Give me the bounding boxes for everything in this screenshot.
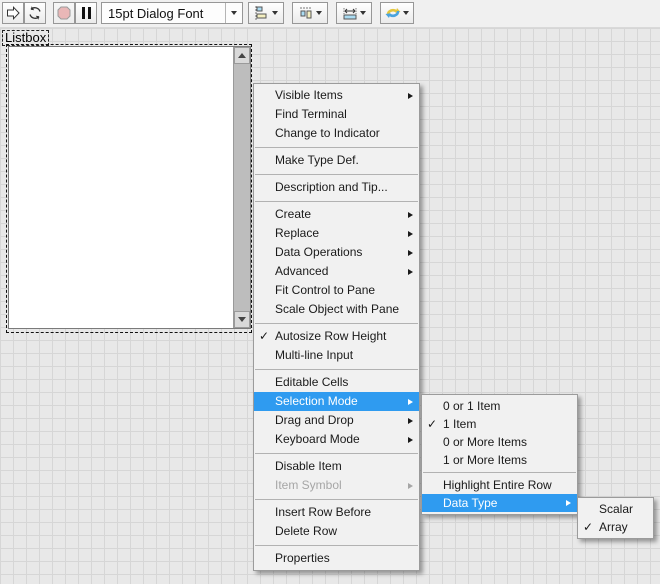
submenu-arrow-icon [408, 482, 413, 489]
submenu-arrow-icon [408, 92, 413, 99]
submenu-arrow-icon [408, 436, 413, 443]
menu-item-visible-items[interactable]: Visible Items [254, 86, 419, 105]
menu-item-change-to-indicator[interactable]: Change to Indicator [254, 124, 419, 143]
run-arrow-icon [7, 5, 20, 21]
vertical-scrollbar[interactable] [233, 47, 250, 328]
menu-separator [255, 545, 418, 546]
scrollbar-up-button[interactable] [234, 47, 250, 64]
selection-mode-submenu: 0 or 1 Item ✓ 1 Item 0 or More Items 1 or… [421, 394, 578, 515]
abort-execution-button[interactable] [53, 2, 75, 24]
menu-item-0-or-1-item[interactable]: 0 or 1 Item [422, 397, 577, 415]
menu-item-disable-item[interactable]: Disable Item [254, 457, 419, 476]
chevron-down-icon [360, 11, 366, 15]
menu-item-array[interactable]: ✓ Array [578, 518, 653, 536]
menu-item-selection-mode[interactable]: Selection Mode [254, 392, 419, 411]
menu-separator [255, 174, 418, 175]
submenu-arrow-icon [408, 398, 413, 405]
font-selector[interactable]: 15pt Dialog Font [101, 2, 243, 24]
run-continuously-icon [29, 6, 41, 20]
menu-item-editable-cells[interactable]: Editable Cells [254, 373, 419, 392]
align-objects-dropdown[interactable] [248, 2, 284, 24]
arrow-down-icon [238, 317, 246, 322]
chevron-down-icon [226, 11, 242, 15]
data-type-submenu: Scalar ✓ Array [577, 497, 654, 539]
menu-separator [255, 323, 418, 324]
menu-separator [255, 499, 418, 500]
menu-separator [255, 201, 418, 202]
distribute-objects-icon [300, 7, 312, 19]
menu-item-1-or-more-items[interactable]: 1 or More Items [422, 451, 577, 469]
menu-item-make-type-def[interactable]: Make Type Def. [254, 151, 419, 170]
menu-item-find-terminal[interactable]: Find Terminal [254, 105, 419, 124]
menu-item-1-item[interactable]: ✓ 1 Item [422, 415, 577, 433]
submenu-arrow-icon [408, 268, 413, 275]
front-panel: Listbox Visible Items Find Terminal Chan… [0, 28, 660, 584]
menu-item-advanced[interactable]: Advanced [254, 262, 419, 281]
submenu-arrow-icon [408, 211, 413, 218]
menu-item-0-or-more-items[interactable]: 0 or More Items [422, 433, 577, 451]
align-objects-icon [255, 6, 267, 20]
pause-icon [81, 7, 91, 19]
submenu-arrow-icon [408, 417, 413, 424]
menu-item-item-symbol: Item Symbol [254, 476, 419, 495]
submenu-arrow-icon [408, 230, 413, 237]
resize-objects-icon [343, 8, 357, 20]
chevron-down-icon [316, 11, 322, 15]
menu-item-data-operations[interactable]: Data Operations [254, 243, 419, 262]
menu-item-drag-and-drop[interactable]: Drag and Drop [254, 411, 419, 430]
arrow-up-icon [238, 53, 246, 58]
submenu-arrow-icon [408, 249, 413, 256]
menu-item-properties[interactable]: Properties [254, 549, 419, 568]
menu-item-delete-row[interactable]: Delete Row [254, 522, 419, 541]
menu-item-description-and-tip[interactable]: Description and Tip... [254, 178, 419, 197]
menu-item-autosize-row-height[interactable]: ✓ Autosize Row Height [254, 327, 419, 346]
menu-separator [255, 369, 418, 370]
resize-objects-dropdown[interactable] [336, 2, 372, 24]
menu-separator [255, 453, 418, 454]
chevron-down-icon [403, 11, 409, 15]
menu-item-fit-control-to-pane[interactable]: Fit Control to Pane [254, 281, 419, 300]
toolbar: 15pt Dialog Font [0, 0, 660, 28]
pause-button[interactable] [75, 2, 97, 24]
submenu-arrow-icon [566, 500, 571, 506]
check-icon: ✓ [427, 417, 438, 431]
menu-item-multi-line-input[interactable]: Multi-line Input [254, 346, 419, 365]
check-icon: ✓ [583, 520, 594, 534]
menu-separator [255, 147, 418, 148]
menu-item-create[interactable]: Create [254, 205, 419, 224]
menu-item-data-type[interactable]: Data Type [422, 494, 577, 512]
font-selector-value: 15pt Dialog Font [108, 5, 204, 21]
distribute-objects-dropdown[interactable] [292, 2, 328, 24]
run-button[interactable] [2, 2, 24, 24]
menu-item-replace[interactable]: Replace [254, 224, 419, 243]
menu-item-insert-row-before[interactable]: Insert Row Before [254, 503, 419, 522]
stop-octagon-icon [57, 6, 71, 20]
reorder-dropdown[interactable] [380, 2, 414, 24]
context-menu: Visible Items Find Terminal Change to In… [253, 83, 420, 571]
run-continuously-button[interactable] [24, 2, 46, 24]
scrollbar-down-button[interactable] [234, 311, 250, 328]
menu-item-keyboard-mode[interactable]: Keyboard Mode [254, 430, 419, 449]
listbox-control[interactable] [8, 46, 251, 329]
chevron-down-icon [272, 11, 278, 15]
menu-item-scalar[interactable]: Scalar [578, 500, 653, 518]
reorder-icon [385, 8, 401, 18]
menu-item-scale-object-with-pane[interactable]: Scale Object with Pane [254, 300, 419, 319]
menu-separator [423, 472, 576, 473]
menu-item-highlight-entire-row[interactable]: Highlight Entire Row [422, 476, 577, 494]
check-icon: ✓ [259, 329, 270, 343]
